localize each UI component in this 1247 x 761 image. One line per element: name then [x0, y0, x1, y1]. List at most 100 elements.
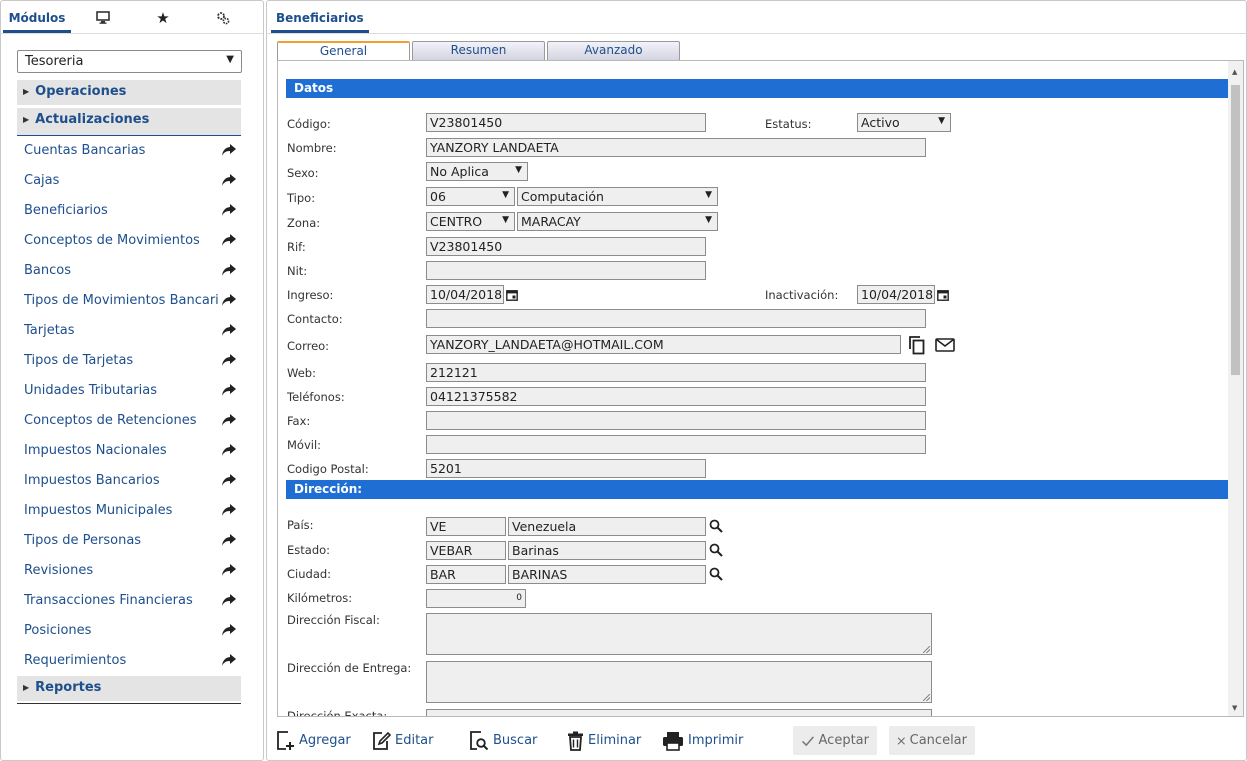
tipo-label: Tipo: [287, 191, 316, 205]
calendar-icon[interactable] [506, 289, 518, 301]
nit-field[interactable] [426, 261, 706, 280]
menu-item[interactable]: Bancos [17, 256, 241, 286]
share-arrow-icon[interactable] [221, 323, 237, 337]
nombre-field[interactable]: YANZORY LANDAETA [426, 138, 926, 157]
share-arrow-icon[interactable] [221, 233, 237, 247]
menu-item[interactable]: Unidades Tributarias [17, 376, 241, 406]
menu-item[interactable]: Beneficiarios [17, 196, 241, 226]
tab-favorites[interactable]: ★ [149, 1, 177, 34]
share-arrow-icon[interactable] [221, 473, 237, 487]
share-arrow-icon[interactable] [221, 203, 237, 217]
pais-name-field[interactable]: Venezuela [508, 517, 706, 536]
calendar-icon[interactable] [937, 289, 949, 301]
codigo-postal-field[interactable]: 5201 [426, 459, 706, 478]
tab-modulos[interactable]: Módulos [3, 1, 71, 34]
scroll-down-arrow-icon[interactable]: ▼ [1232, 704, 1237, 712]
menu-item[interactable]: Transacciones Financieras [17, 586, 241, 616]
menu-item[interactable]: Cuentas Bancarias [17, 136, 241, 166]
menu-item[interactable]: Impuestos Bancarios [17, 466, 241, 496]
ingreso-date-field[interactable]: 10/04/2018 [426, 285, 504, 304]
rif-field[interactable]: V23801450 [426, 237, 706, 256]
contacto-field[interactable] [426, 309, 926, 328]
menu-item[interactable]: Tipos de Personas [17, 526, 241, 556]
share-arrow-icon[interactable] [221, 263, 237, 277]
codigo-field[interactable]: V23801450 [426, 113, 706, 132]
zona-code-select[interactable]: CENTRO ▼ [426, 212, 515, 231]
subtab-avanzado[interactable]: Avanzado [547, 41, 680, 60]
share-arrow-icon[interactable] [221, 413, 237, 427]
menu-item[interactable]: Revisiones [17, 556, 241, 586]
vertical-scrollbar[interactable]: ▲ ▼ [1228, 61, 1243, 716]
menu-item-label: Impuestos Nacionales [24, 443, 167, 458]
section-actualizaciones[interactable]: ▶ Actualizaciones [17, 108, 241, 136]
tipo-desc-select[interactable]: Computación ▼ [517, 187, 718, 206]
web-field[interactable]: 212121 [426, 363, 926, 382]
imprimir-button[interactable]: Imprimir [662, 726, 743, 755]
menu-list: Cuentas Bancarias Cajas Beneficiarios Conce… [17, 136, 241, 676]
estado-name-field[interactable]: Barinas [508, 541, 706, 560]
share-arrow-icon[interactable] [221, 623, 237, 637]
aceptar-button[interactable]: Aceptar [793, 726, 877, 755]
telefonos-field[interactable]: 04121375582 [426, 387, 926, 406]
search-icon[interactable] [709, 567, 723, 581]
share-arrow-icon[interactable] [221, 653, 237, 667]
mail-icon[interactable] [935, 338, 955, 352]
kilometros-field[interactable]: 0 [426, 589, 526, 608]
search-icon[interactable] [709, 519, 723, 533]
menu-item[interactable]: Requerimientos [17, 646, 241, 676]
search-icon[interactable] [709, 543, 723, 557]
share-arrow-icon[interactable] [221, 443, 237, 457]
share-arrow-icon[interactable] [221, 173, 237, 187]
subtab-resumen[interactable]: Resumen [412, 41, 545, 60]
tab-monitor[interactable] [89, 1, 117, 34]
menu-item[interactable]: Posiciones [17, 616, 241, 646]
agregar-button[interactable]: Agregar [276, 726, 351, 755]
copy-icon[interactable] [908, 335, 926, 355]
menu-item[interactable]: Conceptos de Movimientos [17, 226, 241, 256]
scrollbar-thumb[interactable] [1231, 85, 1240, 375]
menu-item[interactable]: Tipos de Movimientos Bancarios [17, 286, 241, 316]
eliminar-button[interactable]: Eliminar [567, 726, 641, 755]
editar-button[interactable]: Editar [372, 726, 434, 755]
cancelar-button[interactable]: Cancelar [889, 726, 975, 755]
inactivacion-date-field[interactable]: 10/04/2018 [857, 285, 935, 304]
ciudad-name-field[interactable]: BARINAS [508, 565, 706, 584]
tab-settings[interactable] [209, 1, 237, 34]
section-reportes[interactable]: ▶ Reportes [17, 676, 241, 701]
share-arrow-icon[interactable] [221, 293, 237, 307]
module-select[interactable]: Tesoreria ▼ [17, 50, 242, 73]
share-arrow-icon[interactable] [221, 563, 237, 577]
fax-field[interactable] [426, 411, 926, 430]
share-arrow-icon[interactable] [221, 503, 237, 517]
direccion-fiscal-textarea[interactable] [426, 613, 932, 655]
zona-code-value: CENTRO [430, 214, 483, 229]
menu-item[interactable]: Tipos de Tarjetas [17, 346, 241, 376]
menu-item[interactable]: Tarjetas [17, 316, 241, 346]
tipo-code-select[interactable]: 06 ▼ [426, 187, 515, 206]
share-arrow-icon[interactable] [221, 383, 237, 397]
menu-item[interactable]: Impuestos Nacionales [17, 436, 241, 466]
section-operaciones[interactable]: ▶ Operaciones [17, 80, 241, 105]
tab-beneficiarios[interactable]: Beneficiarios [271, 7, 369, 33]
menu-item[interactable]: Impuestos Municipales [17, 496, 241, 526]
pais-code-field[interactable]: VE [426, 517, 506, 536]
subtab-general[interactable]: General [277, 41, 410, 61]
editar-label: Editar [395, 733, 434, 748]
direccion-exacta-textarea[interactable] [426, 709, 932, 716]
scroll-up-arrow-icon[interactable]: ▲ [1232, 68, 1237, 76]
correo-field[interactable]: YANZORY_LANDAETA@HOTMAIL.COM [426, 335, 901, 354]
movil-field[interactable] [426, 435, 926, 454]
share-arrow-icon[interactable] [221, 533, 237, 547]
zona-desc-select[interactable]: MARACAY ▼ [517, 212, 718, 231]
ciudad-code-field[interactable]: BAR [426, 565, 506, 584]
menu-item[interactable]: Conceptos de Retenciones [17, 406, 241, 436]
buscar-button[interactable]: Buscar [469, 726, 537, 755]
share-arrow-icon[interactable] [221, 143, 237, 157]
estado-code-field[interactable]: VEBAR [426, 541, 506, 560]
sexo-select[interactable]: No Aplica ▼ [426, 162, 528, 181]
direccion-entrega-textarea[interactable] [426, 661, 932, 703]
estatus-select[interactable]: Activo ▼ [857, 113, 951, 132]
share-arrow-icon[interactable] [221, 593, 237, 607]
share-arrow-icon[interactable] [221, 353, 237, 367]
menu-item[interactable]: Cajas [17, 166, 241, 196]
